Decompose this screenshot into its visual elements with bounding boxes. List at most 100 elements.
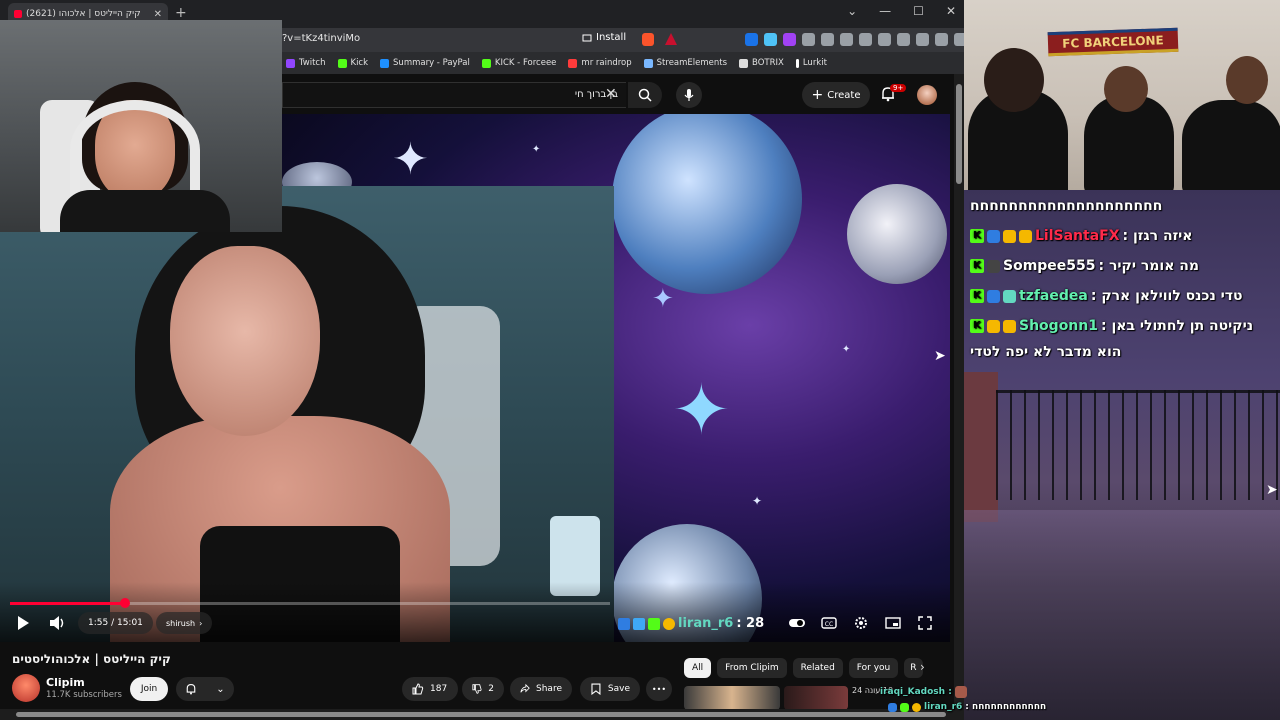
chat-message-text: ניקיטה תן לחתולי באן : — [1100, 318, 1254, 334]
bookmark-kick[interactable]: Kick — [337, 58, 368, 68]
share-label: Share — [536, 684, 562, 694]
extension-box-icon[interactable] — [821, 33, 834, 46]
minimize-button[interactable]: — — [879, 4, 891, 18]
dislike-button[interactable]: 2 — [462, 677, 504, 701]
chip-from-channel[interactable]: From Clipim — [717, 658, 787, 678]
new-tab-button[interactable]: + — [175, 5, 187, 21]
badge-icon — [987, 319, 1000, 333]
sidebar-icon[interactable] — [897, 33, 910, 46]
badge-icon — [888, 702, 897, 712]
leo-ai-icon[interactable] — [935, 33, 948, 46]
more-actions-button[interactable]: ••• — [646, 677, 672, 701]
chat-username[interactable]: LilSantaFX — [1035, 228, 1120, 244]
svg-text:CC: CC — [825, 621, 833, 628]
subscription-bell-button[interactable]: ⌄ — [176, 677, 234, 701]
vertical-scrollbar[interactable] — [954, 74, 964, 710]
chip-all[interactable]: All — [684, 658, 712, 678]
badge-icon — [1003, 289, 1016, 303]
window-controls: ⌄ — ☐ ✕ — [847, 4, 956, 18]
save-button[interactable]: Save — [580, 677, 640, 701]
extension-icons — [745, 33, 986, 46]
tab-close-icon[interactable]: ✕ — [154, 9, 162, 20]
horizontal-scrollbar-thumb[interactable] — [16, 712, 946, 717]
extension-gamepad-icon[interactable] — [802, 33, 815, 46]
join-button[interactable]: Join — [130, 677, 168, 701]
star-icon: ✦ — [652, 284, 674, 314]
bookmark-paypal[interactable]: Summary - PayPal — [380, 58, 470, 68]
play-icon[interactable] — [14, 614, 32, 632]
related-thumbnail[interactable] — [684, 686, 780, 710]
chat-message: Ktzfaedea טדי נכנס לווילאן ארק : — [970, 288, 1243, 304]
like-button[interactable]: 187 — [402, 677, 458, 701]
chat-message: חחחחחחחחחחחחחחחחחחחח — [970, 198, 1162, 214]
user-avatar-icon — [954, 686, 967, 698]
chat-bottom-line: iraqi_Kadosh : — [880, 686, 967, 698]
voice-search-button[interactable] — [676, 82, 702, 108]
channel-name[interactable]: Clipim — [46, 676, 85, 689]
chat-username[interactable]: tzfaedea — [1019, 288, 1088, 304]
horizontal-scrollbar[interactable] — [0, 709, 964, 720]
channel-avatar[interactable] — [12, 674, 40, 702]
badge-icon — [987, 289, 1000, 303]
volume-icon[interactable] — [48, 614, 66, 632]
search-button[interactable] — [628, 82, 662, 108]
chip-for-you[interactable]: For you — [848, 658, 899, 678]
clear-search-icon[interactable]: ✕ — [605, 86, 617, 102]
badge-icon — [618, 617, 630, 630]
extension-s-icon[interactable] — [745, 33, 758, 46]
thumbs-down-icon — [472, 684, 482, 694]
extension-cube-icon[interactable] — [840, 33, 853, 46]
like-count: 187 — [430, 684, 448, 694]
chat-message-text: טדי נכנס לווילאן ארק : — [1090, 288, 1243, 304]
create-button[interactable]: + Create — [802, 82, 870, 108]
chat-username[interactable]: Sompee555 — [1003, 258, 1096, 274]
webcam-overlay — [0, 20, 282, 232]
bookmark-streamelements[interactable]: StreamElements — [643, 58, 727, 68]
captions-icon[interactable]: CC — [820, 614, 838, 632]
translate-icon[interactable] — [764, 33, 777, 46]
related-thumbnail[interactable] — [784, 686, 848, 710]
chat-message-text: חחחחחחחחחחחחחחחחחחחח — [970, 198, 1163, 214]
brave-rewards-icon[interactable] — [665, 33, 677, 45]
chapter-button[interactable]: shirush › — [156, 612, 213, 634]
chip-related[interactable]: Related — [792, 658, 843, 678]
miniplayer-icon[interactable] — [884, 614, 902, 632]
related-chips: All From Clipim Related For you R — [684, 658, 923, 678]
wallet-icon[interactable] — [916, 33, 929, 46]
music-note-icon[interactable] — [859, 33, 872, 46]
kick-icon — [481, 58, 491, 68]
twitch-extension-icon[interactable] — [783, 33, 796, 46]
autoplay-toggle-icon[interactable] — [788, 614, 806, 632]
badge-icon — [987, 229, 1000, 243]
badge-icon — [648, 617, 660, 630]
tab-search-icon[interactable]: ⌄ — [847, 4, 857, 18]
progress-bar[interactable] — [10, 598, 610, 608]
search-input[interactable]: בן ברוך חי — [282, 82, 626, 108]
chat-message: K LilSantaFX איזה רגזן : — [970, 228, 1193, 244]
tab-title: קיק הייליטס | אלכוהו (2621) — [26, 9, 141, 19]
bookmark-mr-raindrop[interactable]: mr raindrop — [568, 58, 632, 68]
settings-gear-icon[interactable] — [852, 614, 870, 632]
install-app-button[interactable]: Install — [582, 32, 626, 43]
close-window-button[interactable]: ✕ — [946, 4, 956, 18]
vertical-scrollbar-thumb[interactable] — [956, 84, 962, 184]
extension-puzzle-icon[interactable] — [878, 33, 891, 46]
progress-fill — [10, 602, 126, 605]
star-icon: ✦ — [532, 144, 541, 155]
chevron-right-icon[interactable]: › — [920, 660, 925, 674]
bookmark-lurkit[interactable]: Lurkit — [795, 58, 827, 68]
account-avatar[interactable] — [917, 85, 937, 105]
chat-username[interactable]: Shogonn1 — [1019, 318, 1098, 334]
bookmark-icon — [591, 683, 601, 695]
water-reflection — [964, 510, 1280, 720]
bookmark-botrix[interactable]: BOTRIX — [739, 58, 784, 68]
time-display: 1:55 / 15:01 — [78, 612, 153, 634]
bookmark-kick-forceee[interactable]: KICK - Forceee — [481, 58, 556, 68]
brave-shield-icon[interactable] — [642, 33, 654, 46]
bookmark-twitch[interactable]: Twitch — [286, 58, 326, 68]
fullscreen-icon[interactable] — [916, 614, 934, 632]
share-button[interactable]: Share — [510, 677, 572, 701]
chat-message: K Shogonn1 ניקיטה תן לחתולי באן : — [970, 318, 1253, 334]
url-field[interactable]: ?v=tKz4tinviMo — [282, 33, 360, 44]
maximize-button[interactable]: ☐ — [913, 4, 924, 18]
